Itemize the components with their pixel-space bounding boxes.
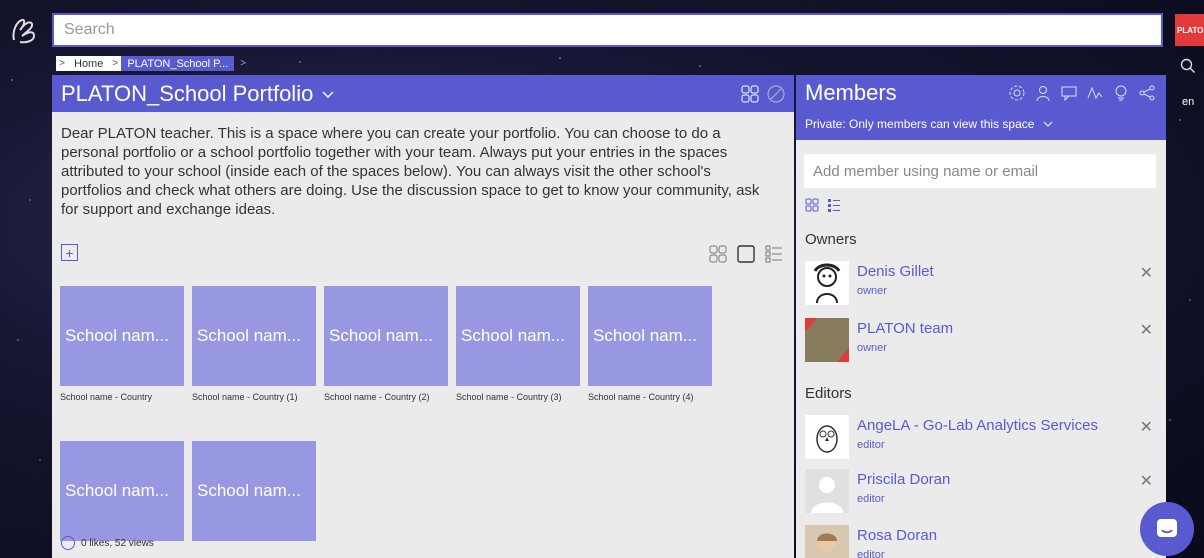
analytics-icon[interactable] <box>766 84 786 104</box>
school-tile[interactable]: School nam... School name - Country (4) <box>588 286 712 402</box>
members-panel: Members Private: Only members can view t… <box>796 75 1166 558</box>
remove-member-icon[interactable]: ✕ <box>1140 263 1153 283</box>
avatar <box>805 525 849 558</box>
breadcrumb-chevron-icon: > <box>109 56 122 71</box>
chevron-down-icon[interactable] <box>321 87 335 101</box>
platon-badge[interactable]: PLATON <box>1175 14 1204 46</box>
add-member-input[interactable] <box>804 154 1156 188</box>
member-role: editor <box>857 439 885 451</box>
school-tile[interactable]: School nam... School name - Country (3) <box>456 286 580 402</box>
member-row[interactable]: AngeLA - Go-Lab Analytics Services edito… <box>805 415 1157 461</box>
members-icon[interactable] <box>1034 84 1052 102</box>
page-title: PLATON_School Portfolio <box>61 80 314 106</box>
avatar <box>805 261 849 305</box>
school-tile-caption: School name - Country (4) <box>588 392 694 402</box>
grid-view-icon[interactable] <box>740 84 760 104</box>
likes-views-count: 0 likes, 52 views <box>81 537 154 549</box>
member-name[interactable]: Priscila Doran <box>857 471 950 488</box>
support-chat-button[interactable] <box>1140 502 1194 556</box>
members-title: Members <box>805 80 897 105</box>
remove-member-icon[interactable]: ✕ <box>1140 471 1153 491</box>
space-content-panel: PLATON_School Portfolio Dear PLATON teac… <box>52 75 794 558</box>
school-tile-card[interactable]: School nam... <box>456 286 580 386</box>
school-tile-card[interactable]: School nam... <box>192 286 316 386</box>
space-description: Dear PLATON teacher. This is a space whe… <box>61 125 760 218</box>
privacy-label: Private: Only members can view this spac… <box>805 117 1035 131</box>
share-icon[interactable] <box>1138 84 1156 102</box>
member-row[interactable]: Priscila Doran editor ✕ <box>805 469 1157 515</box>
member-name[interactable]: PLATON team <box>857 320 953 337</box>
member-role: editor <box>857 493 885 505</box>
member-name[interactable]: Denis Gillet <box>857 263 934 280</box>
school-tile[interactable]: School nam... School name - Country (2) <box>324 286 448 402</box>
school-tile-caption: School name - Country (1) <box>192 392 298 402</box>
chevron-down-icon <box>1044 121 1053 127</box>
school-tile-card[interactable]: School nam... <box>192 441 316 541</box>
school-tile-caption: School name - Country (2) <box>324 392 430 402</box>
search-input[interactable] <box>52 13 1163 47</box>
chat-icon[interactable] <box>1060 84 1078 102</box>
member-name[interactable]: Rosa Doran <box>857 527 937 544</box>
member-name[interactable]: AngeLA - Go-Lab Analytics Services <box>857 417 1098 434</box>
lightbulb-icon[interactable] <box>1112 84 1130 102</box>
language-selector[interactable]: en <box>1182 96 1194 108</box>
school-tile-card[interactable]: School nam... <box>60 286 184 386</box>
school-tile-caption: School name - Country (3) <box>456 392 562 402</box>
likes-bar: 0 likes, 52 views <box>61 536 154 550</box>
school-tile-card[interactable]: School nam... <box>588 286 712 386</box>
view-mode-tools <box>708 244 784 264</box>
add-item-button[interactable]: + <box>61 244 78 261</box>
school-tile[interactable]: School nam... <box>60 441 184 541</box>
member-row[interactable]: Rosa Doran editor <box>805 525 1157 558</box>
avatar <box>805 415 849 459</box>
settings-icon[interactable] <box>1008 84 1026 102</box>
school-tile-card[interactable]: School nam... <box>60 441 184 541</box>
school-tile-caption: School name - Country <box>60 392 153 402</box>
heart-icon[interactable] <box>61 536 75 550</box>
school-tile-card[interactable]: School nam... <box>324 286 448 386</box>
owners-label: Owners <box>805 231 857 248</box>
activity-icon[interactable] <box>1086 84 1104 102</box>
member-view-tools <box>796 188 1166 212</box>
editors-label: Editors <box>805 385 852 402</box>
chat-bubble-icon <box>1157 519 1177 537</box>
breadcrumb-chevron-icon[interactable]: > <box>234 56 252 71</box>
graasp-logo[interactable] <box>8 14 40 46</box>
avatar <box>805 469 849 513</box>
privacy-selector[interactable]: Private: Only members can view this spac… <box>796 111 1166 140</box>
member-role: owner <box>857 342 887 354</box>
remove-member-icon[interactable]: ✕ <box>1140 320 1153 340</box>
member-grid-icon[interactable] <box>805 198 819 212</box>
breadcrumb: > Home > PLATON_School P... > <box>56 56 252 71</box>
member-list-icon[interactable] <box>827 198 841 212</box>
member-role: owner <box>857 285 887 297</box>
school-tile[interactable]: School nam... School name - Country (1) <box>192 286 316 402</box>
space-header: PLATON_School Portfolio <box>52 75 794 112</box>
breadcrumb-chevron-icon: > <box>56 56 68 71</box>
member-row[interactable]: Denis Gillet owner ✕ <box>805 261 1157 307</box>
remove-member-icon[interactable]: ✕ <box>1140 417 1153 437</box>
platon-badge-label: PLATON <box>1177 26 1204 35</box>
breadcrumb-home[interactable]: Home <box>68 56 110 71</box>
list-view-icon[interactable] <box>764 244 784 264</box>
search-icon[interactable] <box>1180 58 1196 79</box>
member-role: editor <box>857 549 885 558</box>
single-view-icon[interactable] <box>736 244 756 264</box>
school-tile[interactable]: School nam... School name - Country <box>60 286 184 402</box>
member-row[interactable]: PLATON team owner ✕ <box>805 318 1157 364</box>
school-tile[interactable]: School nam... <box>192 441 316 541</box>
thumbnail-view-icon[interactable] <box>708 244 728 264</box>
members-header: Members <box>796 75 1166 111</box>
breadcrumb-current[interactable]: PLATON_School P... <box>121 56 235 71</box>
avatar <box>805 318 849 362</box>
